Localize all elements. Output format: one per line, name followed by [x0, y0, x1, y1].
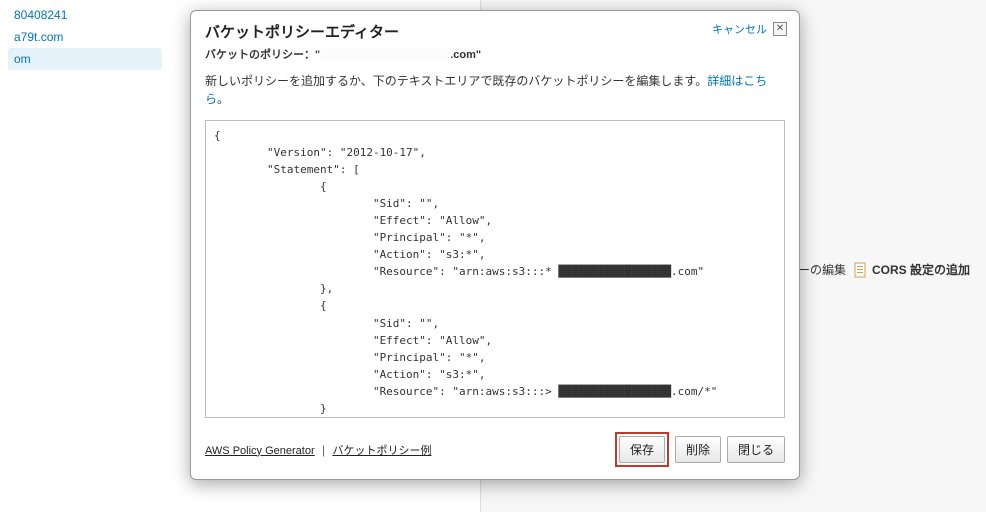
- policy-example-link[interactable]: バケットポリシー例: [332, 445, 431, 457]
- sidebar-item[interactable]: 80408241: [8, 4, 162, 26]
- cancel-link[interactable]: キャンセル: [712, 21, 767, 37]
- document-icon: [854, 262, 868, 278]
- cors-label: CORS 設定の追加: [872, 261, 970, 278]
- sub-suffix: .com": [450, 49, 481, 61]
- sub-prefix: バケットのポリシー：": [205, 49, 320, 61]
- save-button-highlight: 保存: [615, 432, 669, 467]
- sidebar-item[interactable]: om: [8, 48, 162, 70]
- policy-textarea[interactable]: { "Version": "2012-10-17", "Statement": …: [205, 120, 785, 418]
- desc-suffix: 。: [217, 92, 229, 106]
- delete-button[interactable]: 削除: [675, 436, 721, 463]
- edit-action[interactable]: ーの編集: [798, 261, 846, 278]
- dialog-footer: AWS Policy Generator | バケットポリシー例 保存 削除 閉…: [191, 426, 799, 479]
- cors-action[interactable]: CORS 設定の追加: [854, 261, 970, 278]
- dialog-description: 新しいポリシーを追加するか、下のテキストエリアで既存のバケットポリシーを編集しま…: [191, 68, 799, 116]
- save-button[interactable]: 保存: [619, 436, 665, 463]
- dialog-title: バケットポリシーエディター: [205, 21, 399, 42]
- sidebar: 80408241 a79t.com om: [0, 0, 170, 512]
- close-button[interactable]: 閉じる: [727, 436, 785, 463]
- edit-label: ーの編集: [798, 261, 846, 278]
- dialog-buttons: 保存 削除 閉じる: [615, 432, 785, 467]
- dialog-subheader: バケットのポリシー：" .com": [191, 46, 799, 68]
- sidebar-item[interactable]: a79t.com: [8, 26, 162, 48]
- footer-links: AWS Policy Generator | バケットポリシー例: [205, 442, 431, 458]
- desc-text: 新しいポリシーを追加するか、下のテキストエリアで既存のバケットポリシーを編集しま…: [205, 74, 707, 88]
- dialog-header: バケットポリシーエディター キャンセル ✕: [191, 11, 799, 46]
- close-icon[interactable]: ✕: [773, 22, 787, 36]
- dialog-close-area: キャンセル ✕: [712, 21, 787, 37]
- policy-generator-link[interactable]: AWS Policy Generator: [205, 445, 315, 457]
- bucket-policy-editor-dialog: バケットポリシーエディター キャンセル ✕ バケットのポリシー：" .com" 新…: [190, 10, 800, 480]
- redacted-bucket-name: [320, 49, 450, 61]
- separator: |: [322, 443, 325, 457]
